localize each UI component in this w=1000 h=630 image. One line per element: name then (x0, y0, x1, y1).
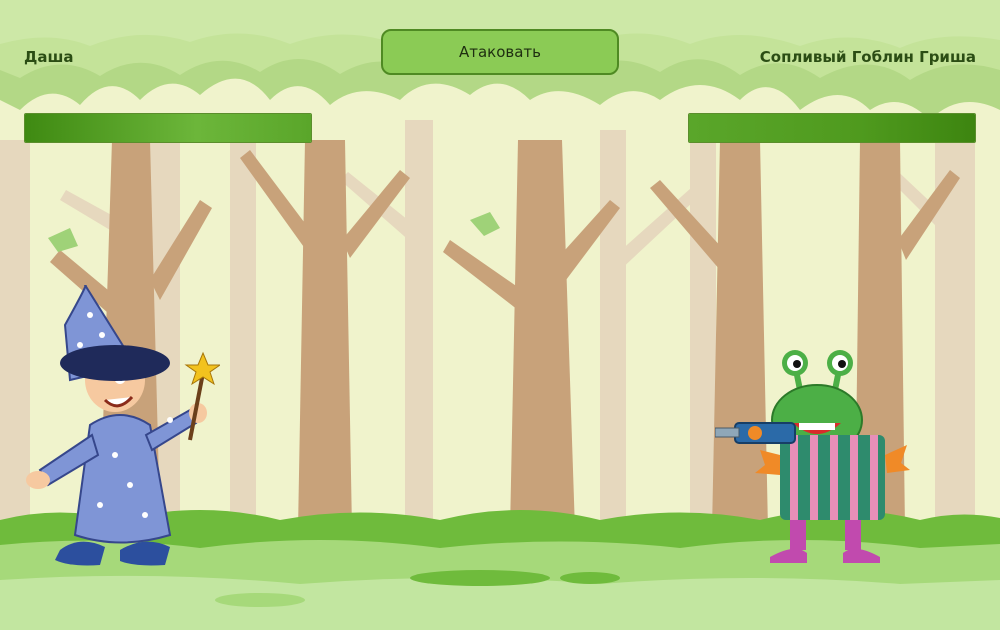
player2-health-bar (688, 113, 976, 143)
attack-button[interactable]: Атаковать (381, 29, 619, 75)
player1-health-fill (25, 114, 311, 142)
player1-name: Даша (24, 48, 74, 66)
player2-name: Сопливый Гоблин Гриша (759, 48, 976, 66)
player2-health-fill (689, 114, 975, 142)
player1-health-bar (24, 113, 312, 143)
wizard-character (26, 285, 220, 566)
goblin-character (715, 350, 910, 563)
